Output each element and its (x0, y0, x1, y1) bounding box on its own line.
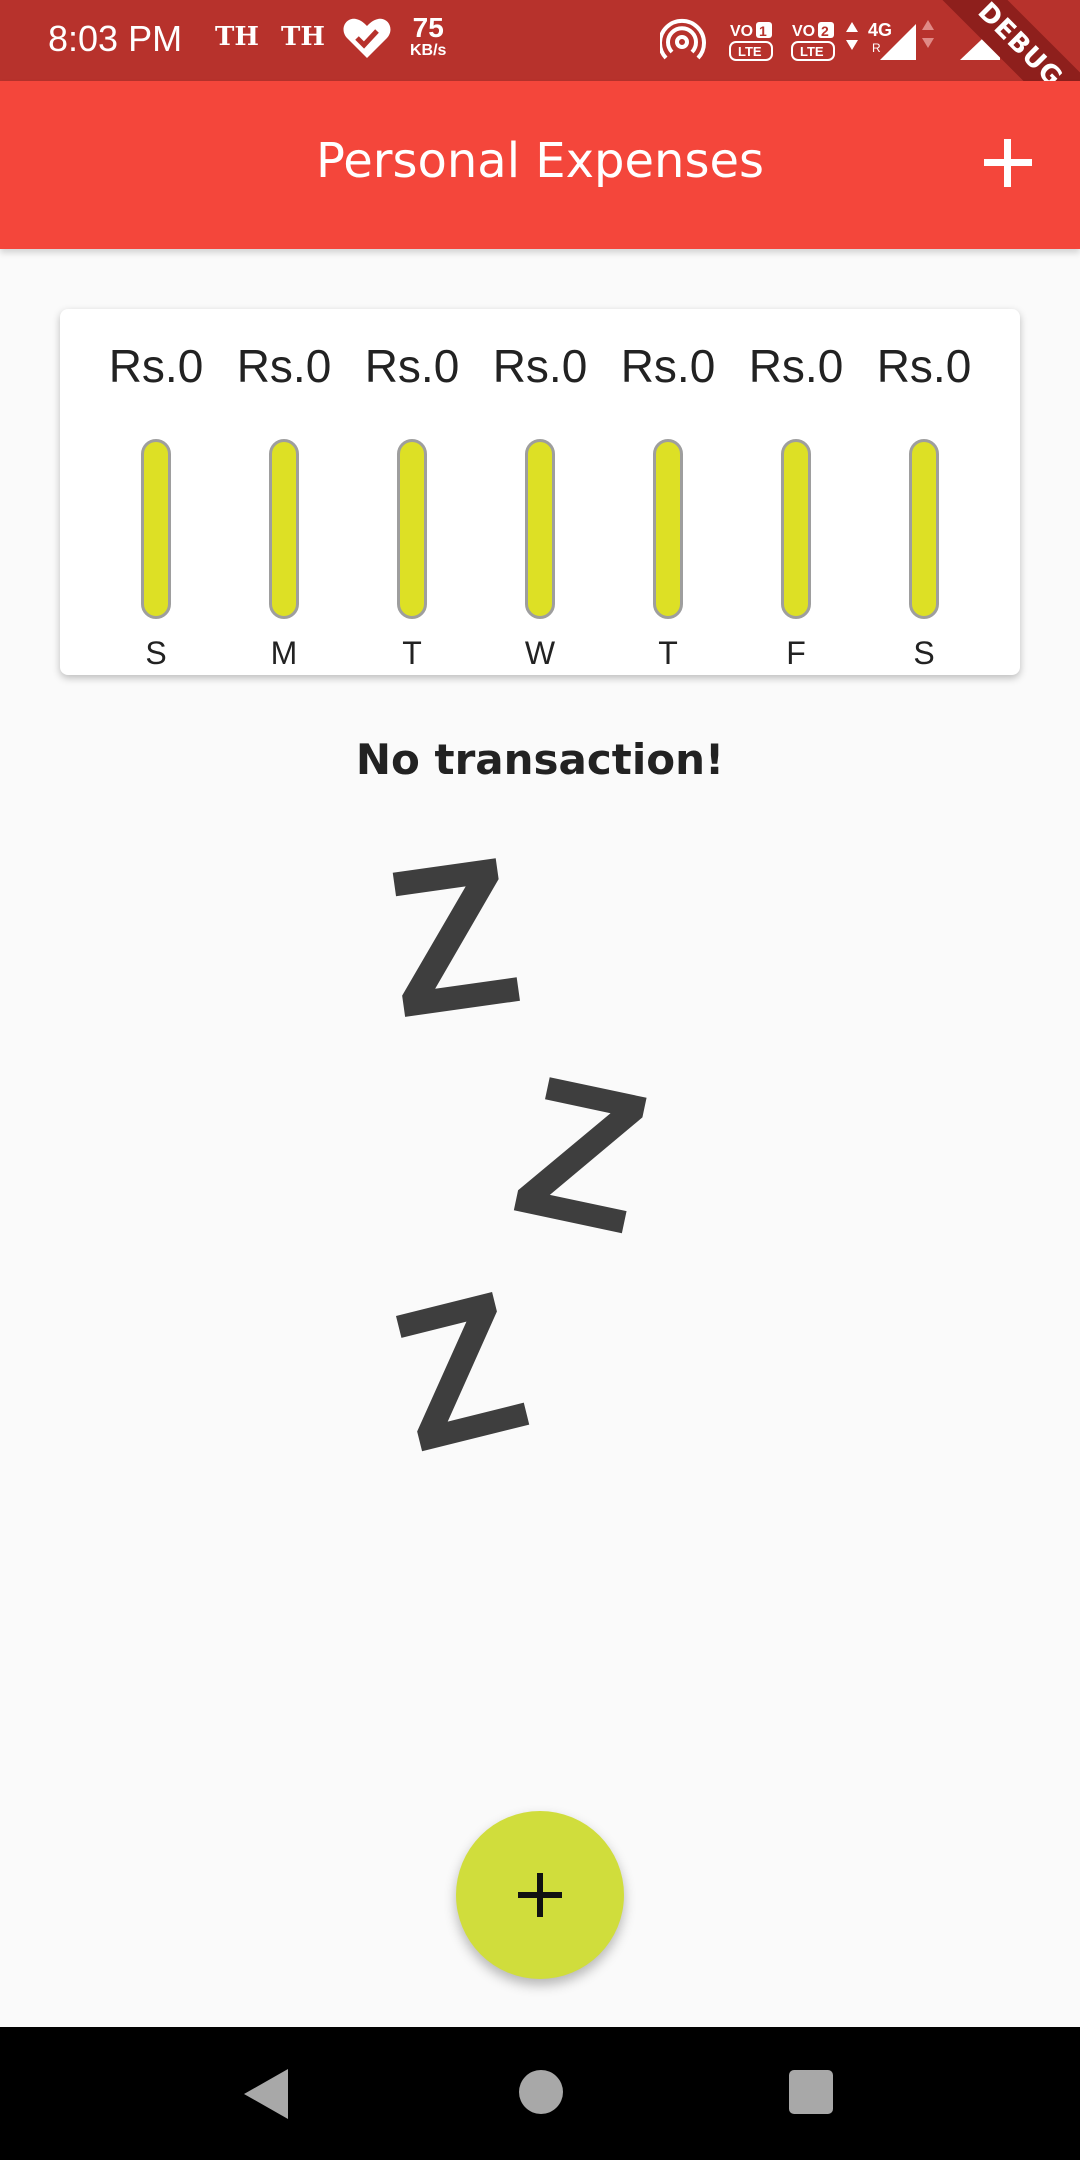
4g-signal-icon: 4G R (868, 20, 934, 60)
svg-text:1: 1 (759, 23, 767, 39)
network-speed-unit: KB/s (410, 42, 447, 59)
empty-state-message: No transaction! (355, 735, 725, 784)
bar-track (397, 439, 427, 619)
network-speed-value: 75 (412, 12, 444, 43)
bar-track (909, 439, 939, 619)
chart-bar-column: Rs.0 F (732, 339, 860, 671)
chart-bar-column: Rs.0 S (860, 339, 988, 671)
bar-track (141, 439, 171, 619)
plus-icon (984, 139, 1032, 187)
bar-day-label: S (145, 635, 167, 671)
bar-amount-label: Rs.0 (876, 340, 972, 392)
bar-track (781, 439, 811, 619)
bar-amount-label: Rs.0 (364, 340, 460, 392)
add-transaction-fab[interactable] (456, 1811, 624, 1979)
bar-amount-label: Rs.0 (108, 340, 204, 392)
chart-bar-column: Rs.0 T (604, 339, 732, 671)
volte2-icon: VO 2 LTE (791, 22, 835, 61)
bar-day-label: M (270, 635, 298, 671)
bar-amount-label: Rs.0 (620, 340, 716, 392)
svg-text:Z: Z (499, 1033, 665, 1277)
sleeping-zzz-icon: Z Z Z (372, 812, 710, 1495)
plus-icon (518, 1873, 562, 1917)
chart-bar-column: Rs.0 W (476, 339, 604, 671)
bar-day-label: T (658, 635, 678, 671)
bar-track (525, 439, 555, 619)
bar-day-label: T (402, 635, 422, 671)
svg-text:VO: VO (792, 23, 815, 40)
weekly-chart-card: Rs.0 S Rs.0 M Rs.0 T Rs.0 W Rs.0 T Rs.0 F Rs.0 S (60, 309, 1020, 675)
svg-text:2: 2 (821, 23, 829, 39)
add-transaction-button[interactable] (978, 133, 1038, 193)
app-bar: Personal Expenses (0, 81, 1080, 249)
back-icon[interactable] (242, 2067, 292, 2125)
heart-check-icon (342, 16, 392, 64)
weekly-bar-chart: Rs.0 S Rs.0 M Rs.0 T Rs.0 W Rs.0 T Rs.0 F Rs.0 S (92, 339, 988, 671)
bar-day-label: S (913, 635, 935, 671)
home-icon[interactable] (516, 2067, 566, 2121)
chart-bar-column: Rs.0 T (348, 339, 476, 671)
bar-amount-label: Rs.0 (236, 340, 332, 392)
carrier-2-label: TH (281, 22, 325, 52)
svg-text:LTE: LTE (738, 44, 762, 59)
recent-apps-icon[interactable] (786, 2067, 836, 2121)
volte1-icon: VO 1 LTE (729, 22, 773, 61)
svg-text:Z: Z (390, 830, 532, 1062)
bar-day-label: W (524, 635, 556, 671)
hotspot-icon (658, 18, 706, 60)
system-nav-bar (0, 2027, 1080, 2160)
svg-text:VO: VO (730, 23, 753, 40)
bar-amount-label: Rs.0 (748, 340, 844, 392)
chart-bar-column: Rs.0 S (92, 339, 220, 671)
bar-track (269, 439, 299, 619)
svg-text:Z: Z (390, 1249, 545, 1470)
carrier-1-label: TH (215, 22, 259, 52)
bar-day-label: F (786, 635, 806, 671)
svg-text:LTE: LTE (800, 44, 824, 59)
svg-text:4G: 4G (868, 20, 892, 40)
network-speed: 75 KB/s (410, 14, 446, 60)
status-time: 8:03 PM (48, 18, 183, 59)
app-title: Personal Expenses (315, 133, 764, 189)
bar-amount-label: Rs.0 (492, 340, 588, 392)
bar-track (653, 439, 683, 619)
status-bar: 8:03 PM TH TH 75 KB/s VO 1 LTE VO 2 LTE … (0, 0, 1080, 154)
chart-bar-column: Rs.0 M (220, 339, 348, 671)
svg-text:R: R (872, 41, 881, 55)
data-arrows-icon (846, 22, 858, 50)
